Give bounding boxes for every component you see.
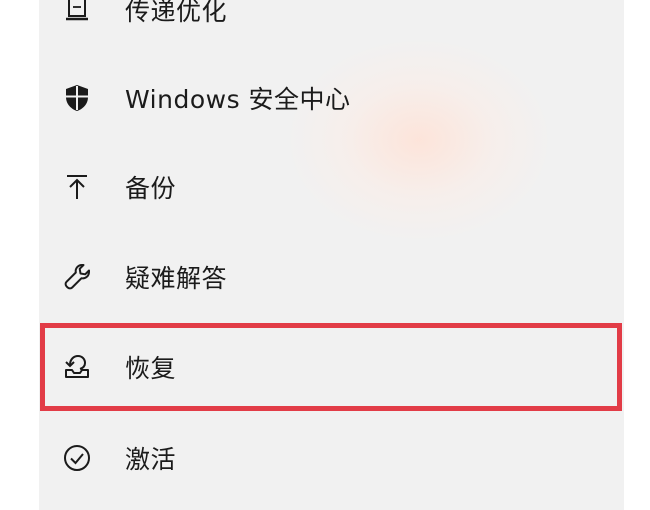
nav-item-label: Windows 安全中心 (125, 85, 351, 114)
nav-item-troubleshoot[interactable]: 疑难解答 (39, 245, 624, 309)
nav-item-label: 疑难解答 (125, 264, 228, 293)
nav-item-label: 备份 (125, 174, 177, 203)
settings-nav-panel: 传递优化 Windows 安全中心 备份 疑难解答 恢复 激活 (39, 0, 624, 510)
nav-item-label: 传递优化 (125, 0, 228, 26)
upload-arrow-icon (59, 169, 95, 205)
nav-item-delivery-optimization[interactable]: 传递优化 (39, 0, 624, 42)
check-circle-icon (59, 440, 95, 476)
nav-item-activation[interactable]: 激活 (39, 426, 624, 490)
recovery-icon (59, 349, 95, 385)
nav-item-backup[interactable]: 备份 (39, 155, 624, 219)
nav-item-windows-security[interactable]: Windows 安全中心 (39, 66, 624, 130)
delivery-optimization-icon (59, 0, 95, 28)
page: 传递优化 Windows 安全中心 备份 疑难解答 恢复 激活 (0, 0, 650, 510)
nav-item-label: 激活 (125, 445, 177, 474)
nav-item-label: 恢复 (125, 354, 177, 383)
shield-icon (59, 80, 95, 116)
nav-item-recovery[interactable]: 恢复 (39, 335, 624, 399)
wrench-icon (59, 259, 95, 295)
